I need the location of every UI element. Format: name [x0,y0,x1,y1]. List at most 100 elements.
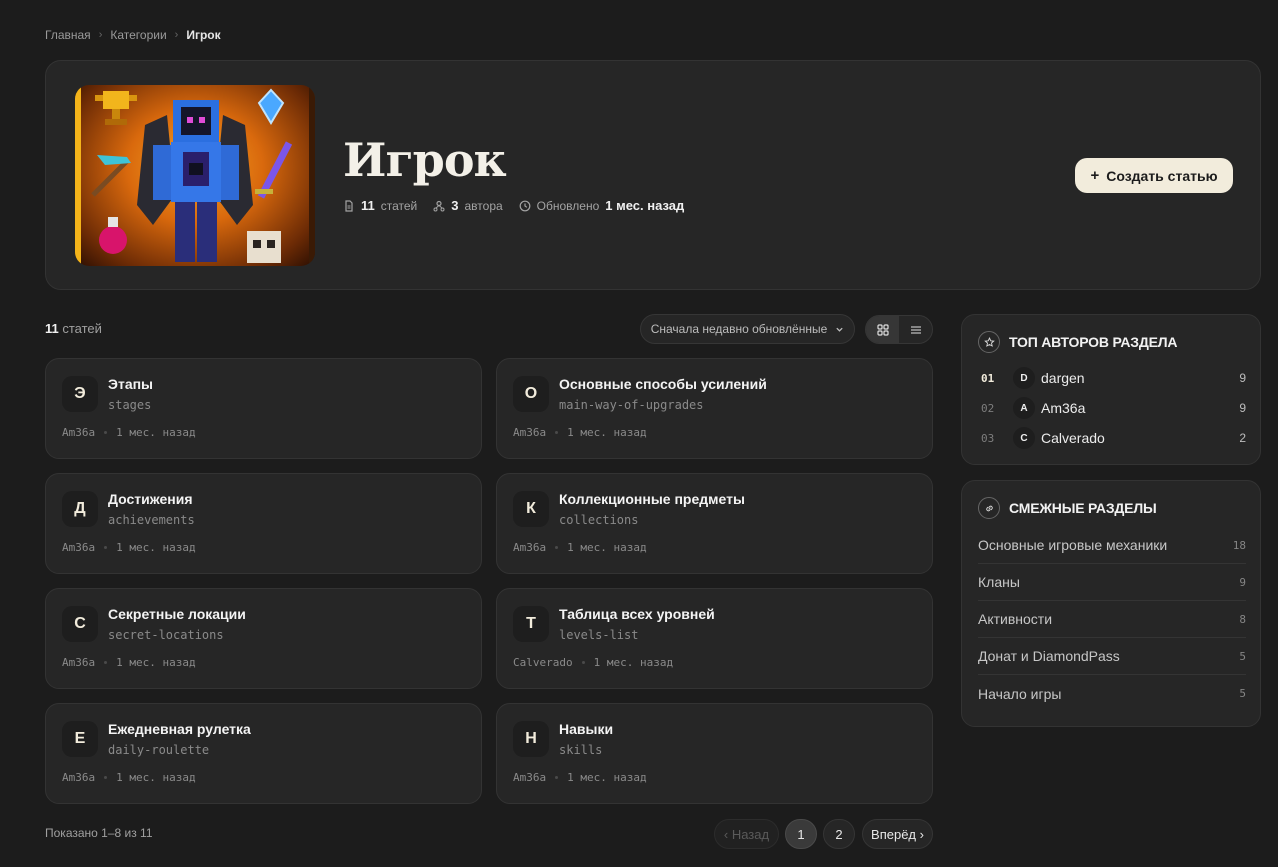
related-count: 5 [1239,649,1246,663]
prev-page-button[interactable]: ‹ Назад [714,819,779,849]
grid-view-button[interactable] [866,316,899,343]
article-card[interactable]: Н Навыки skills Am36a 1 мес. назад [496,703,933,804]
article-avatar: Е [62,721,98,757]
related-name: Донат и DiamondPass [978,648,1120,664]
chevron-right-icon: › [174,29,179,41]
plus-icon: + [1090,167,1100,184]
article-avatar: О [513,376,549,412]
article-time: 1 мес. назад [116,771,196,784]
author-count: 9 [1239,371,1246,385]
article-meta: Am36a 1 мес. назад [62,656,196,669]
related-item[interactable]: Основные игровые механики 18 [978,527,1246,564]
related-count: 9 [1239,575,1246,589]
list-view-button[interactable] [899,316,932,343]
create-article-label: Создать статью [1106,167,1218,184]
article-title[interactable]: Достижения [108,491,193,507]
related-count: 8 [1239,612,1246,626]
articles-stat: 11 статей [343,198,417,213]
article-avatar: Н [513,721,549,757]
article-title[interactable]: Секретные локации [108,606,246,622]
articles-label: статей [380,198,418,213]
updated-stat: Обновлено 1 мес. назад [519,198,684,213]
article-slug: daily-roulette [108,743,210,757]
author-name: dargen [1041,370,1085,386]
article-slug: levels-list [559,628,639,642]
authors-stat: 3 автора [433,198,503,213]
grid-icon [876,323,889,336]
article-meta: Am36a 1 мес. назад [62,771,196,784]
article-card[interactable]: Э Этапы stages Am36a 1 мес. назад [45,358,482,459]
article-time: 1 мес. назад [116,656,196,669]
author-rank: 01 [981,371,995,385]
create-article-button[interactable]: + Создать статью [1075,158,1233,193]
article-meta: Am36a 1 мес. назад [513,771,647,784]
article-title[interactable]: Навыки [559,721,613,737]
article-title[interactable]: Таблица всех уровней [559,606,715,622]
sort-label: Сначала недавно обновлённые [650,322,828,336]
article-card[interactable]: С Секретные локации secret-locations Am3… [45,588,482,689]
article-author: Am36a [62,771,96,784]
author-row[interactable]: 01 D dargen 9 [981,367,1246,389]
article-slug: main-way-of-upgrades [559,398,704,412]
author-name: Calverado [1041,430,1105,446]
clock-icon [519,200,531,211]
users-icon [433,200,445,211]
breadcrumb: Главная › Категории › Игрок [45,28,221,42]
article-card[interactable]: Д Достижения achievements Am36a 1 мес. на… [45,473,482,574]
chevron-down-icon [836,327,843,332]
related-item[interactable]: Кланы 9 [978,564,1246,601]
article-slug: achievements [108,513,195,527]
article-author: Am36a [513,771,547,784]
category-header: Игрок 11 статей 3 автора Обновлено 1 мес… [45,60,1261,290]
article-card[interactable]: К Коллекционные предметы collections Am3… [496,473,933,574]
related-item[interactable]: Начало игры 5 [978,675,1246,712]
breadcrumb-categories[interactable]: Категории [110,28,166,42]
view-toggle [865,315,933,344]
article-author: Calverado [513,656,573,669]
article-meta: Am36a 1 мес. назад [62,541,196,554]
related-name: Кланы [978,574,1020,590]
article-avatar: К [513,491,549,527]
top-authors-header: ТОП АВТОРОВ РАЗДЕЛА [978,331,1178,353]
list-count-label: статей [62,321,102,336]
article-time: 1 мес. назад [567,771,647,784]
article-title[interactable]: Этапы [108,376,153,392]
related-sections-panel: СМЕЖНЫЕ РАЗДЕЛЫ Основные игровые механик… [961,480,1261,727]
article-time: 1 мес. назад [116,426,196,439]
article-title[interactable]: Основные способы усилений [559,376,767,392]
article-time: 1 мес. назад [567,541,647,554]
related-count: 18 [1232,538,1246,552]
star-icon [978,331,1000,353]
related-item[interactable]: Донат и DiamondPass 5 [978,638,1246,675]
article-author: Am36a [62,541,96,554]
article-card[interactable]: О Основные способы усилений main-way-of-… [496,358,933,459]
article-title[interactable]: Коллекционные предметы [559,491,745,507]
breadcrumb-home[interactable]: Главная [45,28,91,42]
article-card[interactable]: Е Ежедневная рулетка daily-roulette Am36… [45,703,482,804]
author-row[interactable]: 03 C Calverado 2 [981,427,1246,449]
related-item[interactable]: Активности 8 [978,601,1246,638]
related-name: Начало игры [978,685,1062,702]
trophy-icon [95,91,137,125]
page-1-button[interactable]: 1 [785,819,817,849]
article-avatar: С [62,606,98,642]
related-name: Активности [978,611,1053,627]
sort-dropdown[interactable]: Сначала недавно обновлённые [640,314,855,344]
next-page-button[interactable]: Вперёд › [862,819,933,849]
article-card[interactable]: Т Таблица всех уровней levels-list Calve… [496,588,933,689]
article-slug: secret-locations [108,628,224,642]
page-2-button[interactable]: 2 [823,819,855,849]
avatar: D [1013,367,1035,389]
related-header: СМЕЖНЫЕ РАЗДЕЛЫ [978,497,1157,519]
author-row[interactable]: 02 A Am36a 9 [981,397,1246,419]
article-author: Am36a [513,541,547,554]
top-authors-panel: ТОП АВТОРОВ РАЗДЕЛА 01 D dargen 9 02 A A… [961,314,1261,465]
article-title[interactable]: Ежедневная рулетка [108,721,251,737]
authors-count: 3 [451,198,459,213]
related-count: 5 [1239,687,1246,700]
list-icon [910,325,921,334]
article-slug: skills [559,743,603,757]
article-author: Am36a [62,426,96,439]
related-title: СМЕЖНЫЕ РАЗДЕЛЫ [1009,500,1157,516]
pagination-summary: Показано 1–8 из 11 [45,826,153,840]
